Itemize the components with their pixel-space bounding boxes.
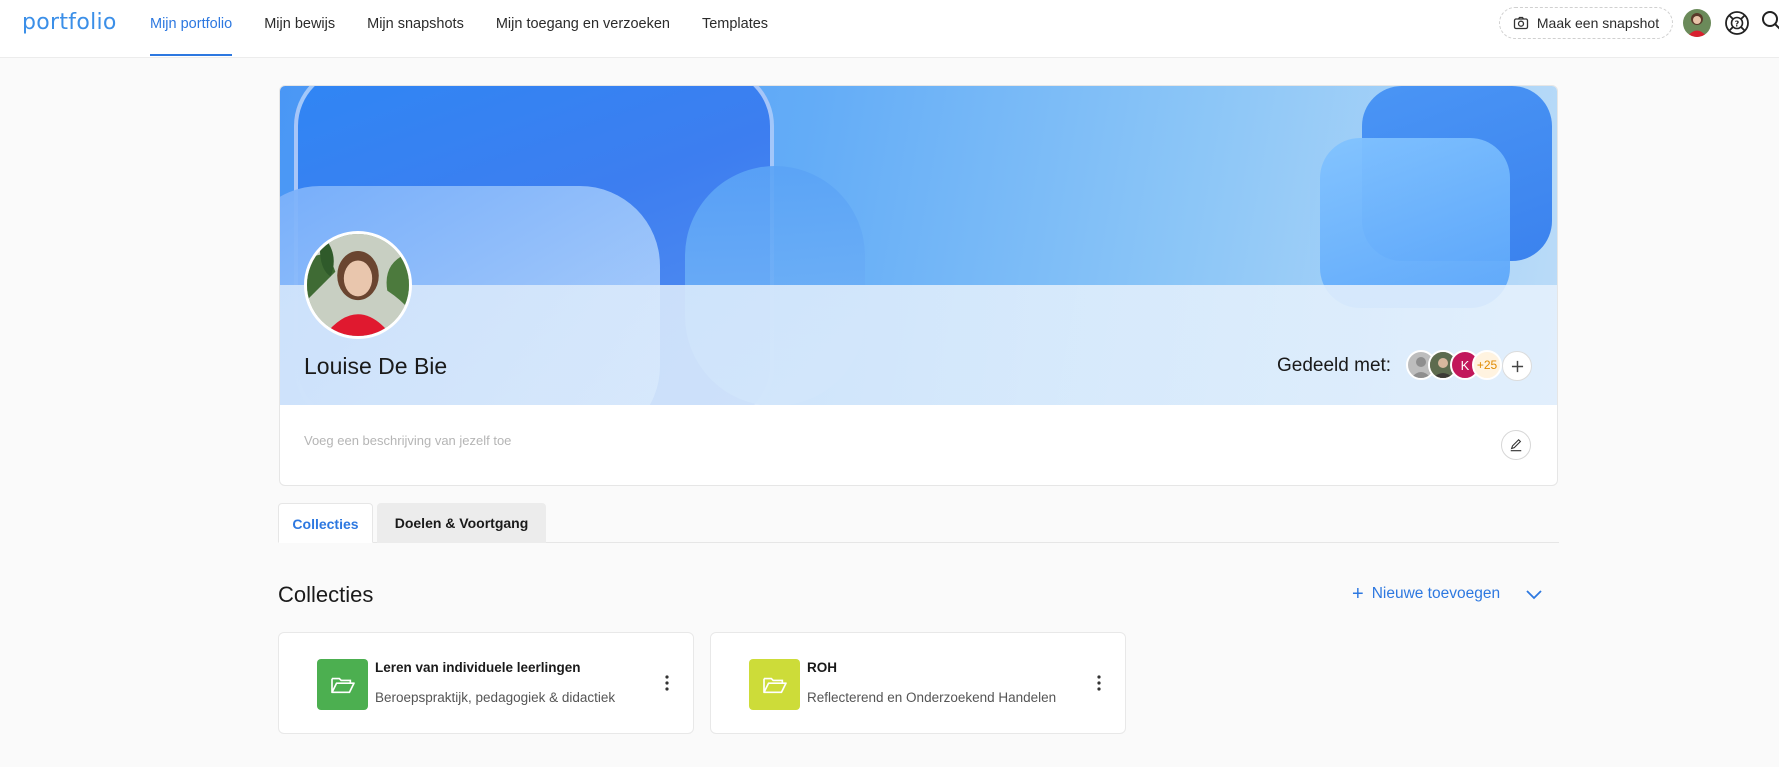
folder-icon (317, 659, 368, 710)
nav-mijn-toegang[interactable]: Mijn toegang en verzoeken (496, 0, 670, 58)
tab-collecties[interactable]: Collecties (278, 503, 373, 543)
search-icon[interactable] (1761, 10, 1779, 32)
nav-mijn-bewijs[interactable]: Mijn bewijs (264, 0, 335, 58)
portfolio-logo[interactable]: portfolio (22, 10, 117, 35)
add-new-button[interactable]: + Nieuwe toevoegen (1352, 583, 1501, 605)
collection-card[interactable]: Leren van individuele leerlingen Beroeps… (278, 632, 694, 734)
profile-card: Louise De Bie Gedeeld met: K +25 Voeg ee… (279, 85, 1558, 486)
svg-text:?: ? (1735, 20, 1740, 29)
tab-doelen-voortgang[interactable]: Doelen & Voortgang (377, 503, 546, 543)
shared-with-label: Gedeeld met: (1277, 355, 1392, 376)
chevron-down-icon[interactable] (1525, 586, 1543, 604)
user-avatar[interactable] (1683, 9, 1711, 37)
profile-description-placeholder[interactable]: Voeg een beschrijving van jezelf toe (304, 433, 511, 448)
portfolio-tabs: Collecties Doelen & Voortgang (278, 503, 1559, 543)
plus-icon: + (1352, 583, 1364, 605)
collection-title: ROH (807, 660, 837, 675)
edit-description-button[interactable] (1501, 430, 1531, 460)
camera-icon (1513, 16, 1529, 30)
make-snapshot-label: Maak een snapshot (1536, 15, 1660, 31)
more-options-icon[interactable] (664, 673, 670, 693)
plus-icon (1511, 360, 1523, 372)
collection-subtitle: Beroepspraktijk, pedagogiek & didactiek (375, 690, 616, 705)
help-lifebuoy-icon[interactable]: ? (1724, 10, 1750, 36)
profile-photo[interactable] (304, 231, 412, 339)
collection-subtitle: Reflecterend en Onderzoekend Handelen (807, 690, 1057, 705)
profile-banner: Louise De Bie Gedeeld met: K +25 (280, 86, 1557, 405)
add-share-button[interactable] (1502, 351, 1532, 381)
main-nav: Mijn portfolio Mijn bewijs Mijn snapshot… (150, 0, 800, 58)
pencil-icon (1510, 438, 1522, 452)
nav-mijn-portfolio[interactable]: Mijn portfolio (150, 0, 233, 58)
make-snapshot-button[interactable]: Maak een snapshot (1499, 7, 1673, 39)
nav-templates[interactable]: Templates (702, 0, 768, 58)
add-new-label: Nieuwe toevoegen (1371, 585, 1501, 602)
top-navigation-bar: portfolio Mijn portfolio Mijn bewijs Mij… (0, 0, 1779, 58)
section-title: Collecties (278, 582, 374, 607)
collection-title: Leren van individuele leerlingen (375, 660, 581, 675)
nav-mijn-snapshots[interactable]: Mijn snapshots (367, 0, 464, 58)
profile-name: Louise De Bie (304, 353, 448, 379)
shared-more-count[interactable]: +25 (1472, 350, 1502, 380)
more-options-icon[interactable] (1096, 673, 1102, 693)
collection-card[interactable]: ROH Reflecterend en Onderzoekend Handele… (710, 632, 1126, 734)
folder-icon (749, 659, 800, 710)
